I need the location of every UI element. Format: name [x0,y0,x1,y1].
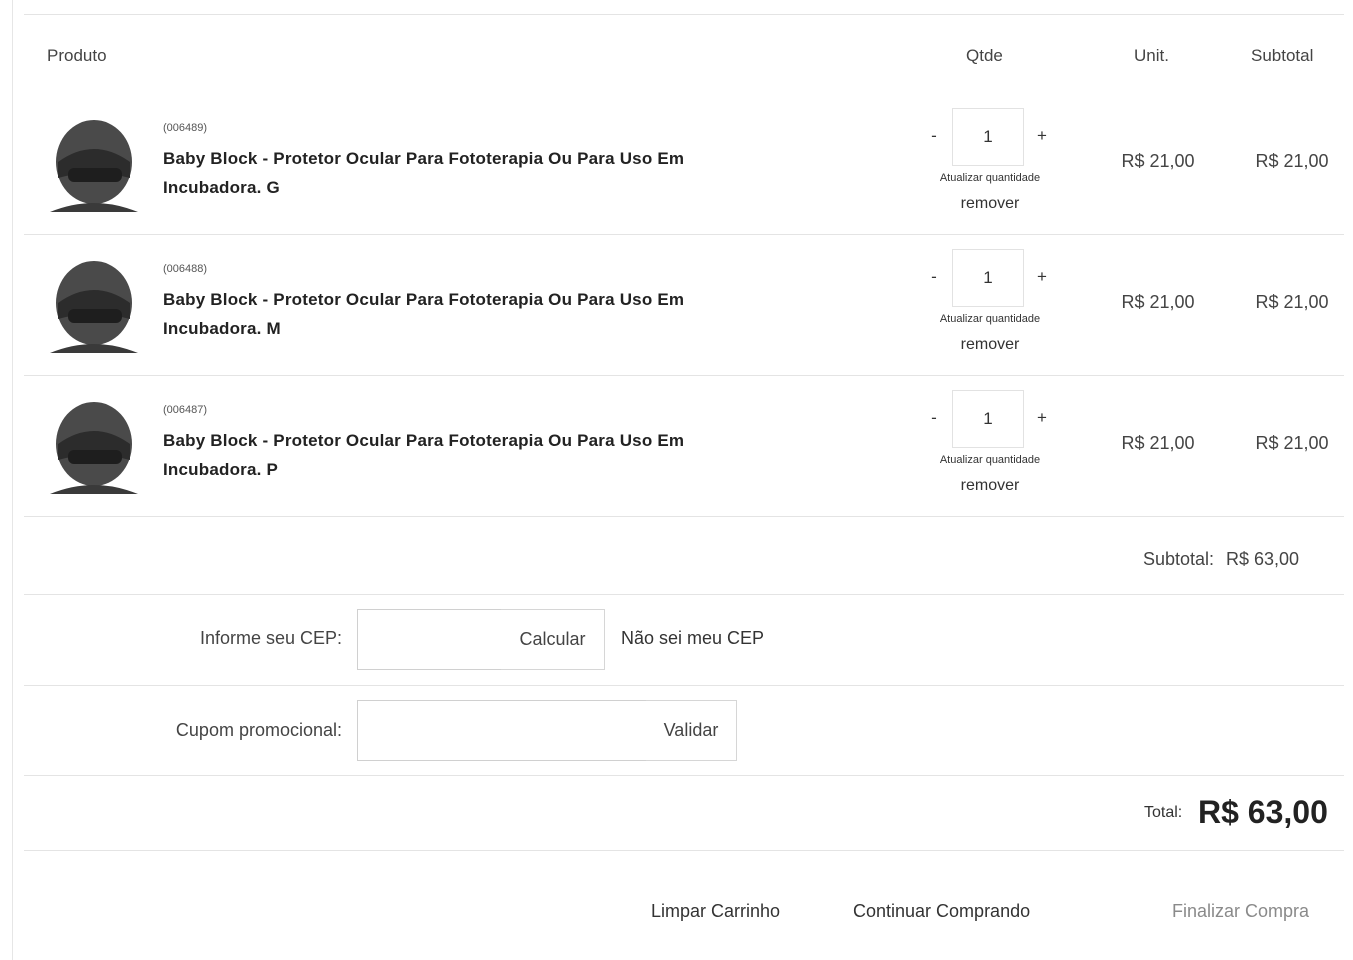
header-unit: Unit. [1134,46,1169,65]
update-quantity-link[interactable]: Atualizar quantidade [920,313,1060,325]
quantity-input[interactable] [952,390,1024,448]
quantity-input[interactable] [952,108,1024,166]
header-product: Produto [47,46,107,65]
product-name-link[interactable]: Baby Block - Protetor Ocular Para Fotote… [163,285,803,343]
quantity-stepper: - + [924,390,1054,450]
cep-label: Informe seu CEP: [199,628,342,648]
total-divider [24,850,1344,851]
line-subtotal: R$ 21,00 [1255,433,1329,453]
remove-item-link[interactable]: remover [920,477,1060,495]
decrease-qty-button[interactable]: - [924,408,944,428]
decrease-qty-button[interactable]: - [924,126,944,146]
increase-qty-button[interactable]: + [1032,126,1052,146]
cep-input[interactable] [357,609,502,670]
quantity-stepper: - + [924,108,1054,168]
cart-item-row: (006487) Baby Block - Protetor Ocular Pa… [24,376,1344,516]
coupon-label: Cupom promocional: [175,720,342,740]
product-code: (006487) [163,404,208,416]
calculate-shipping-button[interactable]: Calcular [501,609,605,670]
remove-item-link[interactable]: remover [920,195,1060,213]
remove-item-link[interactable]: remover [920,336,1060,354]
unit-price: R$ 21,00 [1121,292,1195,312]
row-divider [24,516,1344,517]
line-subtotal: R$ 21,00 [1255,292,1329,312]
update-quantity-link[interactable]: Atualizar quantidade [920,454,1060,466]
decrease-qty-button[interactable]: - [924,267,944,287]
quantity-input[interactable] [952,249,1024,307]
update-quantity-link[interactable]: Atualizar quantidade [920,172,1060,184]
product-code: (006489) [163,122,208,134]
header-subtotal: Subtotal [1251,46,1314,65]
quantity-stepper: - + [924,249,1054,309]
increase-qty-button[interactable]: + [1032,408,1052,428]
header-qty: Qtde [966,46,1003,65]
continue-shopping-link[interactable]: Continuar Comprando [853,901,1030,922]
validate-coupon-button[interactable]: Validar [646,700,737,761]
increase-qty-button[interactable]: + [1032,267,1052,287]
total-value: R$ 63,00 [1198,794,1328,830]
product-image [50,402,138,494]
coupon-divider [24,775,1344,776]
top-divider [24,14,1344,15]
cart-item-row: (006489) Baby Block - Protetor Ocular Pa… [24,94,1344,234]
product-image [50,120,138,212]
unknown-cep-link[interactable]: Não sei meu CEP [621,628,764,649]
line-subtotal: R$ 21,00 [1255,151,1329,171]
shipping-divider [24,685,1344,686]
checkout-button[interactable]: Finalizar Compra [1172,901,1309,922]
unit-price: R$ 21,00 [1121,151,1195,171]
product-image [50,261,138,353]
clear-cart-link[interactable]: Limpar Carrinho [651,901,780,922]
summary-divider [24,594,1344,595]
product-code: (006488) [163,263,208,275]
product-name-link[interactable]: Baby Block - Protetor Ocular Para Fotote… [163,426,803,484]
coupon-input[interactable] [357,700,647,761]
cart-subtotal-value: R$ 63,00 [1226,549,1300,569]
unit-price: R$ 21,00 [1121,433,1195,453]
cart-subtotal-label: Subtotal: [1142,549,1214,569]
cart-item-row: (006488) Baby Block - Protetor Ocular Pa… [24,235,1344,375]
total-label: Total: [1144,804,1183,821]
product-name-link[interactable]: Baby Block - Protetor Ocular Para Fotote… [163,144,803,202]
